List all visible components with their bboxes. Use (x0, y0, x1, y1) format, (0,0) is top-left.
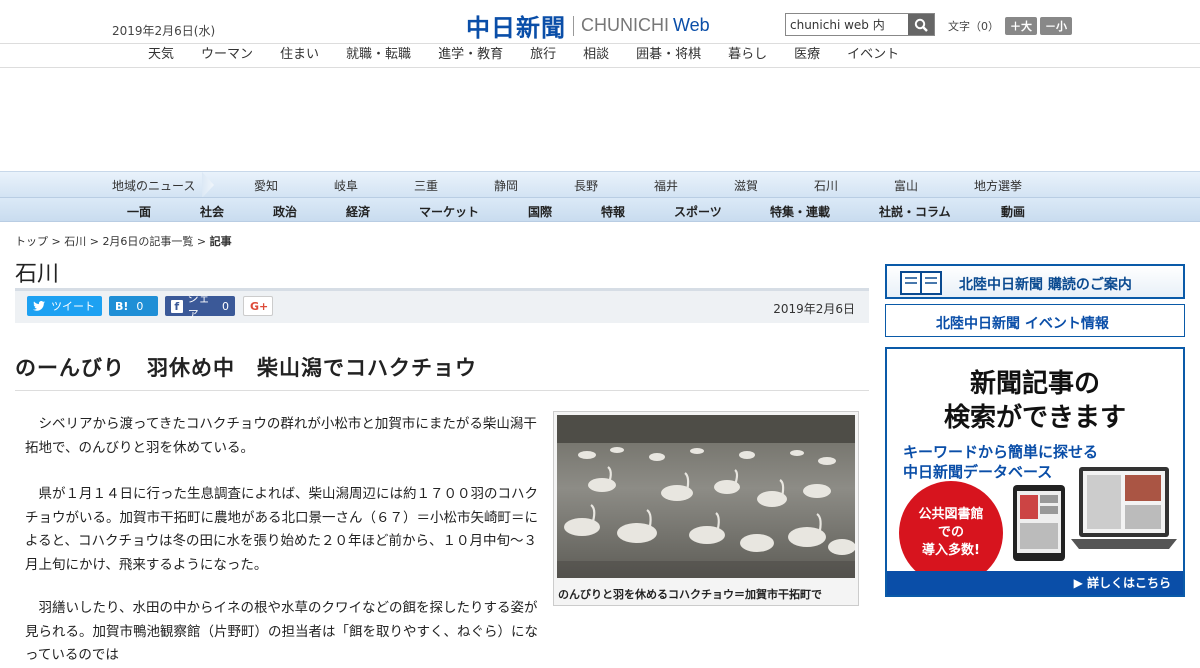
font-size-label: 文字（0） (948, 20, 999, 33)
search-input[interactable] (786, 14, 908, 35)
breadcrumb-list[interactable]: 2月6日の記事一覧 (102, 235, 193, 248)
region-nav-item[interactable]: 福井 (654, 177, 734, 194)
main-nav-item[interactable]: スポーツ (674, 203, 722, 220)
event-info-banner[interactable]: 北陸中日新聞 イベント情報 (885, 304, 1185, 337)
library-badge: 公共図書館 での 導入多数! (899, 481, 1003, 585)
service-nav-item[interactable]: 囲碁・将棋 (636, 44, 701, 67)
subscription-banner-text: 北陸中日新聞 購読のご案内 (959, 277, 1132, 293)
main-nav-item[interactable]: 特集・連載 (770, 203, 830, 220)
service-nav-item[interactable]: 住まい (280, 44, 319, 67)
share-bar: ツイート B! 0 f シェア 0 G+ 2019年2月6日 (15, 288, 869, 323)
service-nav-item[interactable]: 進学・教育 (438, 44, 503, 67)
db-ad-headline-1: 新聞記事の (969, 369, 1100, 399)
hatena-count: 0 (136, 299, 144, 313)
article-paragraph: 県が１月１４日に行った生息調査によれば、柴山潟周辺には約１７００羽のコハクチョウ… (25, 486, 538, 573)
facebook-icon: f (171, 299, 183, 313)
logo-divider (573, 15, 574, 36)
main-nav-item[interactable]: 特報 (601, 203, 625, 220)
article-paragraph: 羽繕いしたり、水田の中からイネの根や水草のクワイなどの餌を探したりする姿が見られ… (25, 600, 538, 663)
logo-web: Web (673, 15, 710, 35)
logo-jp: 中日新聞 (466, 13, 566, 42)
search-icon (914, 18, 928, 32)
details-link[interactable]: ▶ 詳しくはこちら (887, 571, 1183, 595)
facebook-share-label: シェア (187, 292, 210, 321)
db-ad-sub-1: キーワードから簡単に探せる (903, 443, 1099, 461)
service-nav-item[interactable]: 天気 (148, 44, 174, 67)
devices-illustration (1013, 467, 1177, 561)
main-nav-item[interactable]: 社会 (200, 203, 224, 220)
region-nav-item[interactable]: 三重 (414, 177, 494, 194)
library-badge-line: 導入多数! (922, 543, 980, 558)
gplus-button[interactable]: G+ (243, 296, 273, 316)
breadcrumb-current: 記事 (209, 235, 232, 248)
facebook-share-button[interactable]: f シェア 0 (165, 292, 235, 321)
breadcrumb-pref[interactable]: 石川 (64, 235, 86, 248)
service-nav: 天気 ウーマン 住まい 就職・転職 進学・教育 旅行 相談 囲碁・将棋 暮らし … (0, 43, 1200, 68)
breadcrumb-sep: > (86, 235, 103, 248)
library-badge-line: 公共図書館 (918, 507, 984, 522)
service-nav-item[interactable]: ウーマン (201, 44, 253, 67)
logo-en: CHUNICHI (581, 15, 669, 35)
region-nav-item[interactable]: 富山 (894, 177, 974, 194)
breadcrumb-top[interactable]: トップ (15, 235, 48, 248)
photo-caption: のんびりと羽を休めるコハクチョウ＝加賀市干拓町で (558, 588, 822, 601)
database-ad-banner[interactable]: 新聞記事の 検索ができます キーワードから簡単に探せる 中日新聞データベース 公… (885, 347, 1185, 597)
font-bigger-button[interactable]: ＋大 (1005, 17, 1037, 35)
service-nav-item[interactable]: 旅行 (530, 44, 556, 67)
main-nav: 一面 社会 政治 経済 マーケット 国際 特報 スポーツ 特集・連載 社説・コラ… (0, 197, 1200, 222)
main-nav-item[interactable]: 国際 (528, 203, 552, 220)
site-search (785, 13, 935, 36)
site-logo[interactable]: 中日新聞 CHUNICHI Web (466, 8, 710, 43)
event-info-banner-text: 北陸中日新聞 イベント情報 (936, 316, 1109, 332)
region-nav-item[interactable]: 石川 (814, 177, 894, 194)
breadcrumb-sep: > (48, 235, 65, 248)
top-bar: 2019年2月6日(水) 中日新聞 CHUNICHI Web 文字（0） ＋大 … (0, 0, 1200, 43)
tweet-label: ツイート (51, 300, 95, 313)
hatena-icon: B! (115, 299, 129, 313)
subscription-banner[interactable]: 北陸中日新聞 購読のご案内 (885, 264, 1185, 299)
region-nav-item[interactable]: 長野 (574, 177, 654, 194)
tweet-button[interactable]: ツイート (27, 296, 102, 316)
region-nav-item[interactable]: 滋賀 (734, 177, 814, 194)
region-nav-item[interactable]: 愛知 (254, 177, 334, 194)
headline-divider (15, 390, 869, 391)
library-badge-line: での (937, 525, 964, 540)
main-nav-item[interactable]: マーケット (419, 203, 479, 220)
facebook-share-count: 0 (222, 299, 229, 313)
service-nav-item[interactable]: 医療 (794, 44, 820, 67)
region-nav-item[interactable]: 静岡 (494, 177, 574, 194)
service-nav-item[interactable]: 相談 (583, 44, 609, 67)
article-headline: のーんびり 羽休め中 柴山潟でコハクチョウ (15, 356, 477, 380)
service-nav-item[interactable]: イベント (847, 44, 899, 67)
twitter-icon (33, 301, 45, 311)
main-nav-item[interactable]: 動画 (1001, 203, 1025, 220)
header-date: 2019年2月6日(水) (112, 24, 216, 38)
region-nav-label: 地域のニュース (112, 179, 196, 193)
swan-photo-image (557, 415, 855, 578)
article-photo[interactable] (553, 411, 859, 606)
font-size-control: 文字（0） ＋大 －小 (948, 17, 1072, 35)
breadcrumb-sep: > (193, 235, 210, 248)
region-nav: 地域のニュース 愛知 岐阜 三重 静岡 長野 福井 滋賀 石川 富山 地方選挙 (0, 171, 1200, 198)
region-nav-arrow (202, 172, 214, 198)
service-nav-item[interactable]: 暮らし (728, 44, 767, 67)
main-nav-item[interactable]: 経済 (346, 203, 370, 220)
db-ad-headline-2: 検索ができます (943, 403, 1126, 433)
main-nav-item[interactable]: 社説・コラム (879, 203, 951, 220)
main-nav-item[interactable]: 一面 (127, 203, 151, 220)
hatena-button[interactable]: B! 0 (109, 296, 158, 316)
service-nav-item[interactable]: 就職・転職 (346, 44, 411, 67)
region-nav-item[interactable]: 地方選挙 (974, 177, 1054, 194)
breadcrumb: トップ > 石川 > 2月6日の記事一覧 > 記事 (15, 233, 232, 249)
region-nav-item[interactable]: 岐阜 (334, 177, 414, 194)
article-paragraph: シベリアから渡ってきたコハクチョウの群れが小松市と加賀市にまたがる柴山潟干拓地で… (25, 416, 537, 456)
font-smaller-button[interactable]: －小 (1040, 17, 1072, 35)
ad-space (0, 68, 1200, 171)
section-title: 石川 (15, 262, 60, 287)
search-button[interactable] (908, 14, 934, 35)
newspaper-icon (900, 271, 942, 295)
main-nav-item[interactable]: 政治 (273, 203, 297, 220)
article-date: 2019年2月6日 (773, 302, 855, 316)
